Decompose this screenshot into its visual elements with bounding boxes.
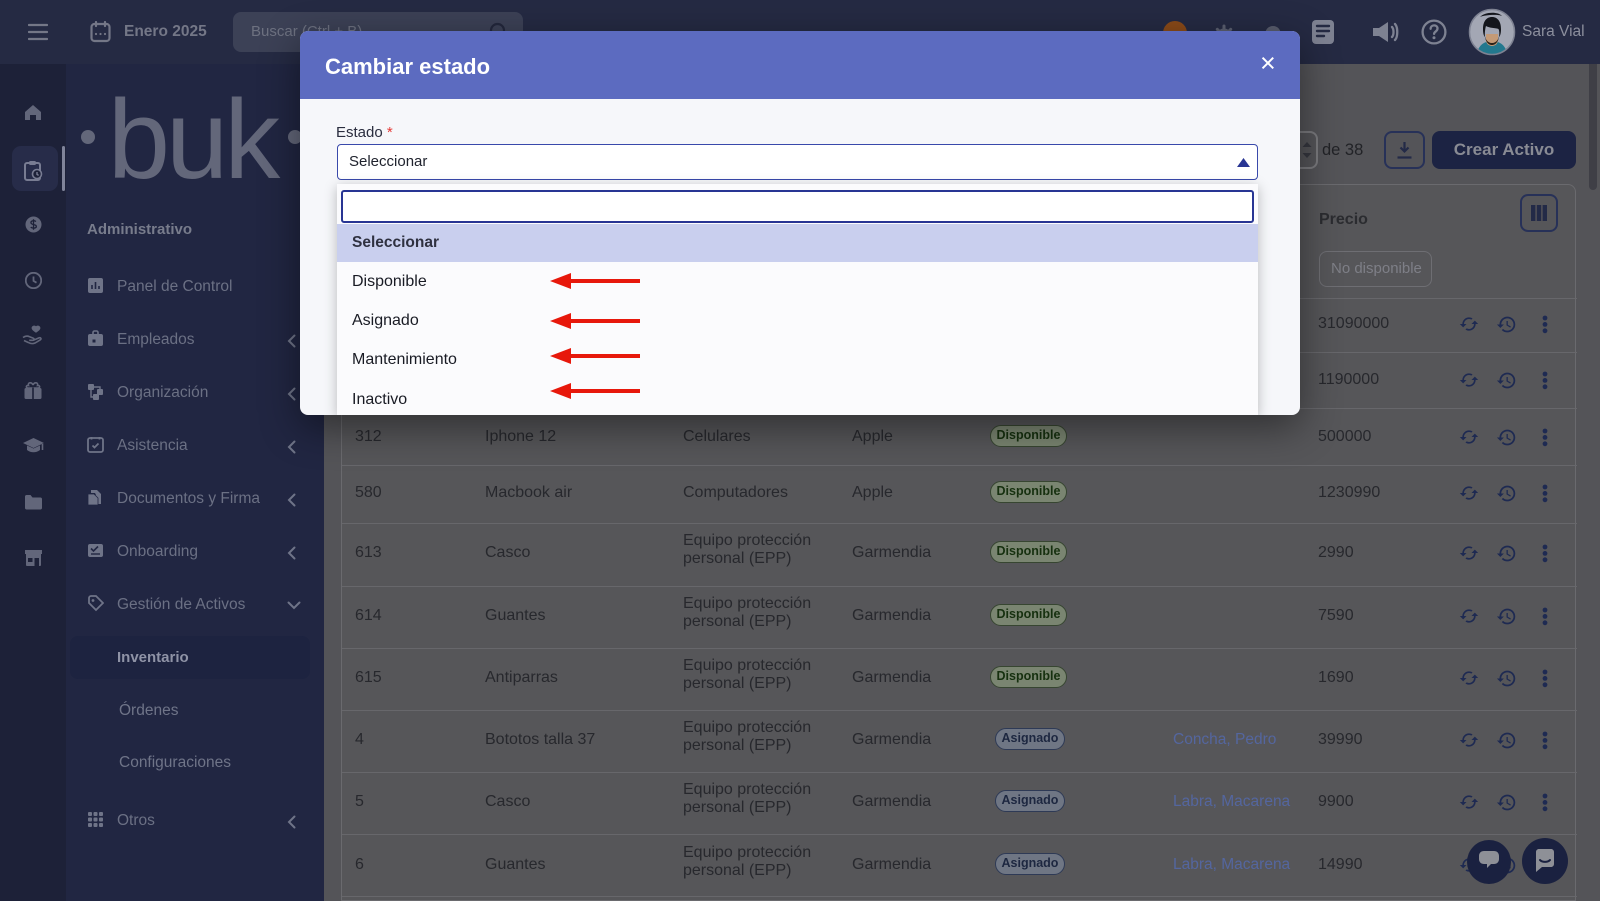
svg-text:buk: buk xyxy=(108,90,282,190)
